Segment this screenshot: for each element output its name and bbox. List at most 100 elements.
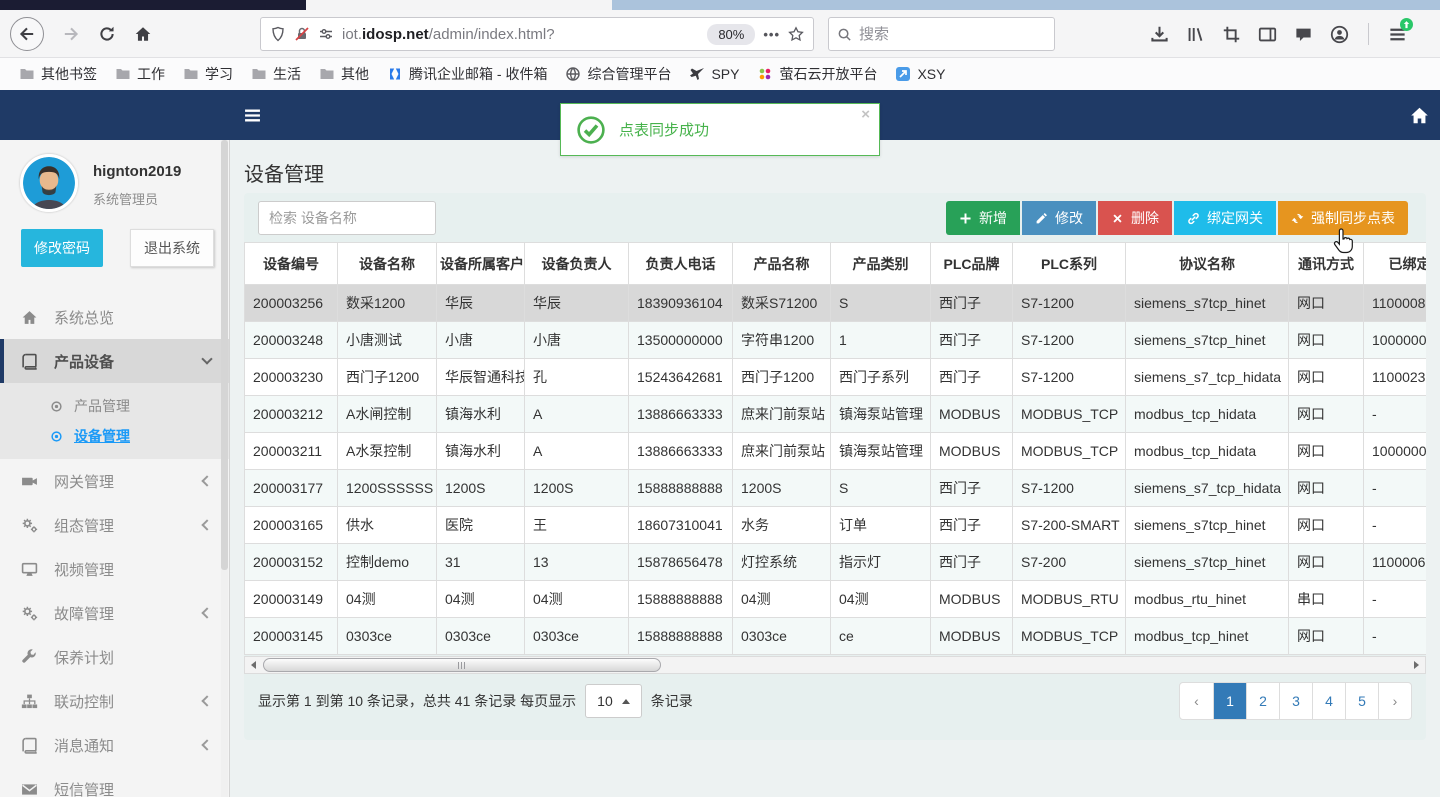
action-button-label: 修改 <box>1055 210 1083 226</box>
table-row[interactable]: 200003212 A水闸控制 镇海水利 A 13886663333 庶来门前泵站 镇海泵站… <box>244 395 1426 433</box>
column-header[interactable]: 产品类别 <box>830 242 931 285</box>
submenu-item[interactable]: 产品管理 <box>0 391 229 421</box>
scrollbar-thumb[interactable] <box>263 658 661 672</box>
table-row[interactable]: 200003230 西门子1200 华辰智通科技孔 15243642681 西门子120… <box>244 358 1426 396</box>
page-number[interactable]: 3 <box>1279 683 1312 719</box>
column-header[interactable]: 负责人电话 <box>628 242 733 285</box>
page-size-dropdown[interactable]: 10 <box>585 684 642 718</box>
column-header[interactable]: 设备编号 <box>244 242 338 285</box>
page-number[interactable]: 2 <box>1246 683 1279 719</box>
sidebar-item[interactable]: 短信管理 <box>0 767 229 797</box>
sidebar-item[interactable]: 系统总览 <box>0 295 229 339</box>
action-button[interactable]: 删除 <box>1098 201 1172 235</box>
table-row[interactable]: 200003165 供水 医院王 18607310041 水务 订单 西门子 S7-200-S… <box>244 506 1426 544</box>
action-button[interactable]: 强制同步点表 <box>1278 201 1408 235</box>
cell: 镇海泵站管理 <box>830 432 931 470</box>
cell: 04测 <box>436 580 525 618</box>
table-row[interactable]: 200003256 数采1200 华辰 华辰 18390936104 数采S71200 S 西… <box>244 284 1426 322</box>
menu-icon[interactable] <box>1388 17 1413 44</box>
sidebar-item[interactable]: 保养计划 <box>0 635 229 679</box>
forward-button[interactable] <box>62 25 80 43</box>
sidebar-scrollbar-thumb[interactable] <box>221 140 228 570</box>
sidebar-item[interactable]: 视频管理 <box>0 547 229 591</box>
bookmark-item[interactable]: 工作 <box>106 61 174 87</box>
library-icon[interactable] <box>1186 25 1205 44</box>
column-header[interactable]: PLC系列 <box>1012 242 1126 285</box>
toast-close-icon[interactable]: × <box>861 107 870 122</box>
zoom-level-badge[interactable]: 80% <box>707 23 756 45</box>
reload-button[interactable] <box>98 25 116 43</box>
column-header[interactable]: 设备所属客户 <box>436 242 525 285</box>
pocket-icon[interactable] <box>1294 25 1313 44</box>
browser-search-input[interactable] <box>859 25 1058 43</box>
cell: 庶来门前泵站 <box>732 395 831 433</box>
page-actions-icon[interactable]: ••• <box>763 27 780 42</box>
sidebar-item[interactable]: 网关管理 <box>0 459 229 503</box>
folder-icon <box>19 66 35 82</box>
bookmark-item[interactable]: 生活 <box>242 61 310 87</box>
page-number[interactable]: 4 <box>1312 683 1345 719</box>
bookmark-item[interactable]: 其他 <box>310 61 378 87</box>
action-button[interactable]: 绑定网关 <box>1174 201 1276 235</box>
column-header[interactable]: 协议名称 <box>1125 242 1289 285</box>
screenshot-icon[interactable] <box>1222 25 1241 44</box>
bookmark-item[interactable]: 腾讯企业邮箱 - 收件箱 <box>378 61 556 87</box>
bookmark-item[interactable]: 萤石云开放平台 <box>748 61 886 87</box>
account-icon[interactable] <box>1330 25 1349 44</box>
cell: 庶来门前泵站 <box>732 432 831 470</box>
cell: 0303ce <box>524 617 629 655</box>
column-header[interactable]: 已绑定网关 <box>1363 242 1426 285</box>
change-password-button[interactable]: 修改密码 <box>21 229 103 267</box>
cell: 华辰 <box>524 284 629 322</box>
bookmark-item[interactable]: 其他书签 <box>10 61 106 87</box>
bookmark-item[interactable]: XSY <box>886 63 954 85</box>
permissions-icon[interactable] <box>318 26 334 42</box>
submenu-item[interactable]: 设备管理 <box>0 421 229 451</box>
bookmark-item[interactable]: 学习 <box>174 61 242 87</box>
url-bar[interactable]: iot.idosp.net/admin/index.html? 80% ••• <box>260 17 814 51</box>
sidebar-toggle-icon[interactable] <box>1258 25 1277 44</box>
logout-button[interactable]: 退出系统 <box>130 229 214 267</box>
action-button[interactable]: 新增 <box>946 201 1020 235</box>
insecure-lock-icon[interactable] <box>294 26 310 42</box>
page-next[interactable]: › <box>1378 683 1411 719</box>
shield-icon[interactable] <box>270 26 286 42</box>
bookmark-star-icon[interactable] <box>788 26 804 42</box>
bookmark-item[interactable]: SPY <box>680 63 748 85</box>
page-prev[interactable]: ‹ <box>1180 683 1213 719</box>
sidebar-item[interactable]: 产品设备 <box>0 339 229 383</box>
toast-message: 点表同步成功 <box>619 122 710 139</box>
bookmark-item[interactable]: 综合管理平台 <box>556 61 680 87</box>
column-header[interactable]: PLC品牌 <box>930 242 1013 285</box>
page-number[interactable]: 5 <box>1345 683 1378 719</box>
column-header[interactable]: 通讯方式 <box>1288 242 1364 285</box>
table-row[interactable]: 200003248 小唐测试 小唐 小唐 13500000000 字符串1200 1 西门子 S… <box>244 321 1426 359</box>
column-header[interactable]: 设备名称 <box>337 242 437 285</box>
device-search-input[interactable] <box>258 201 436 235</box>
page-number[interactable]: 1 <box>1213 683 1246 719</box>
scroll-left-button[interactable] <box>245 657 261 673</box>
table-row[interactable]: 200003145 0303ce 0303ce 0303ce 15888888888 03… <box>244 617 1426 655</box>
navbar-home-icon[interactable] <box>1410 106 1429 125</box>
scroll-right-button[interactable] <box>1409 657 1425 673</box>
chevron-down-icon <box>201 353 213 365</box>
table-row[interactable]: 200003177 1200SSSSSS 1200S 1200S 15888888888… <box>244 469 1426 507</box>
download-icon[interactable] <box>1150 25 1169 44</box>
table-row[interactable]: 200003152 控制demo 31 13 15878656478 灯控系统 指示灯 西门子… <box>244 543 1426 581</box>
action-button[interactable]: 修改 <box>1022 201 1096 235</box>
bookmarks-bar: 其他书签 工作 学习 生活 其他 腾讯企业邮箱 - 收件箱 综合管理平台 SPY 萤石云开放平台… <box>0 58 1440 90</box>
horizontal-scrollbar[interactable] <box>244 656 1426 674</box>
sidebar-toggle-icon[interactable] <box>244 107 261 124</box>
cell: 1000000 <box>1363 321 1426 359</box>
back-button[interactable] <box>10 17 44 51</box>
table-row[interactable]: 200003211 A水泵控制 镇海水利 A 13886663333 庶来门前泵站 镇海泵站… <box>244 432 1426 470</box>
table-row[interactable]: 200003149 04测 04测 04测 15888888888 04测 04测 MODBU… <box>244 580 1426 618</box>
column-header[interactable]: 产品名称 <box>732 242 831 285</box>
browser-search-bar[interactable] <box>828 17 1058 51</box>
sidebar-item[interactable]: 消息通知 <box>0 723 229 767</box>
browser-home-button[interactable] <box>134 25 152 43</box>
column-header[interactable]: 设备负责人 <box>524 242 629 285</box>
sidebar-item[interactable]: 联动控制 <box>0 679 229 723</box>
sidebar-item[interactable]: 组态管理 <box>0 503 229 547</box>
sidebar-item[interactable]: 故障管理 <box>0 591 229 635</box>
